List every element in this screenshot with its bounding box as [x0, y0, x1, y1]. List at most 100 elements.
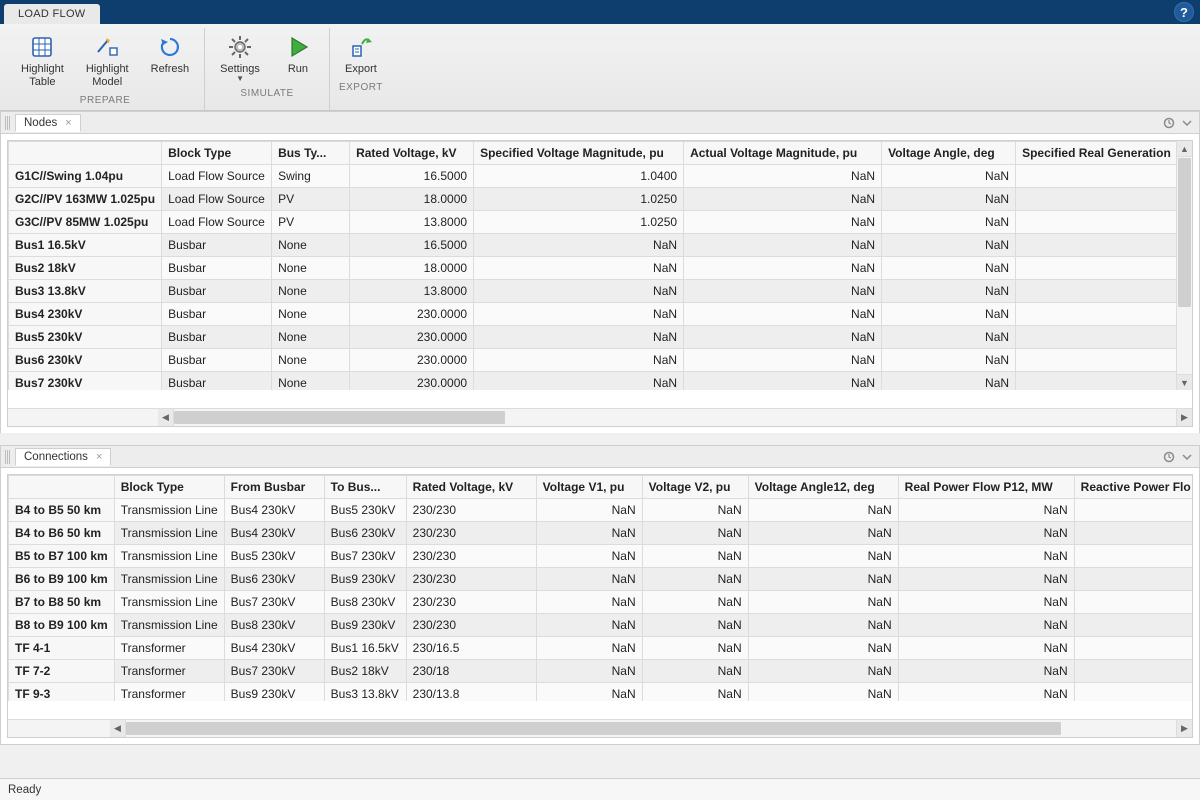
- panel-drag-handle-icon[interactable]: [5, 116, 11, 130]
- column-header[interactable]: Rated Voltage, kV: [406, 476, 536, 499]
- table-row[interactable]: B4 to B6 50 kmTransmission LineBus4 230k…: [9, 522, 1193, 545]
- panel-splitter[interactable]: [0, 433, 1200, 439]
- table-row[interactable]: Bus3 13.8kVBusbarNone13.8000NaNNaNNaN: [9, 280, 1177, 303]
- table-row[interactable]: G3C//PV 85MW 1.025puLoad Flow SourcePV13…: [9, 211, 1177, 234]
- column-header[interactable]: Block Type: [114, 476, 224, 499]
- row-header[interactable]: B6 to B9 100 km: [9, 568, 115, 591]
- table-row[interactable]: B8 to B9 100 kmTransmission LineBus8 230…: [9, 614, 1193, 637]
- row-header[interactable]: Bus1 16.5kV: [9, 234, 162, 257]
- nodes-grid[interactable]: Block TypeBus Ty...Rated Voltage, kVSpec…: [8, 141, 1192, 408]
- connections-panel: Connections × Block TypeFrom Bus: [0, 445, 1200, 745]
- column-header[interactable]: Specified Real Generation: [1016, 142, 1176, 165]
- highlight-model-icon: [93, 33, 121, 61]
- run-button[interactable]: Run: [275, 28, 321, 85]
- scroll-left-icon[interactable]: ◀: [110, 720, 126, 737]
- refresh-button[interactable]: Refresh: [144, 28, 197, 92]
- panel-actions-icon[interactable]: [1161, 115, 1177, 131]
- column-header[interactable]: Rated Voltage, kV: [350, 142, 474, 165]
- row-header[interactable]: B5 to B7 100 km: [9, 545, 115, 568]
- row-header[interactable]: Bus4 230kV: [9, 303, 162, 326]
- panel-dropdown-icon[interactable]: [1179, 115, 1195, 131]
- row-header[interactable]: B4 to B5 50 km: [9, 499, 115, 522]
- row-header[interactable]: B8 to B9 100 km: [9, 614, 115, 637]
- row-header[interactable]: TF 9-3: [9, 683, 115, 702]
- highlight-model-button[interactable]: HighlightModel: [79, 28, 136, 92]
- table-row[interactable]: Bus7 230kVBusbarNone230.0000NaNNaNNaN: [9, 372, 1177, 391]
- column-header[interactable]: [9, 142, 162, 165]
- scroll-right-icon[interactable]: ▶: [1176, 409, 1192, 426]
- row-header[interactable]: Bus2 18kV: [9, 257, 162, 280]
- row-header[interactable]: Bus7 230kV: [9, 372, 162, 391]
- row-header[interactable]: TF 7-2: [9, 660, 115, 683]
- table-row[interactable]: B7 to B8 50 kmTransmission LineBus7 230k…: [9, 591, 1193, 614]
- refresh-label: Refresh: [151, 63, 190, 76]
- scroll-left-icon[interactable]: ◀: [158, 409, 174, 426]
- column-header[interactable]: Actual Voltage Magnitude, pu: [684, 142, 882, 165]
- settings-icon: [226, 33, 254, 61]
- column-header[interactable]: [9, 476, 115, 499]
- scroll-right-icon[interactable]: ▶: [1176, 720, 1192, 737]
- column-header[interactable]: From Busbar: [224, 476, 324, 499]
- nodes-tab-label: Nodes: [24, 117, 57, 129]
- column-header[interactable]: Bus Ty...: [272, 142, 350, 165]
- scroll-up-icon[interactable]: ▲: [1177, 141, 1192, 157]
- toolstrip-group-label: SIMULATE: [213, 88, 321, 99]
- table-row[interactable]: Bus5 230kVBusbarNone230.0000NaNNaNNaN: [9, 326, 1177, 349]
- nodes-vscrollbar[interactable]: ▲ ▼: [1176, 141, 1192, 390]
- nodes-tab-close-icon[interactable]: ×: [63, 117, 73, 129]
- ribbon-tab-loadflow[interactable]: LOAD FLOW: [4, 4, 100, 24]
- connections-tab[interactable]: Connections ×: [15, 448, 111, 466]
- panel-actions-icon[interactable]: [1161, 449, 1177, 465]
- nodes-panel: Nodes × Block TypeBus Ty...Rated: [0, 111, 1200, 433]
- row-header[interactable]: Bus3 13.8kV: [9, 280, 162, 303]
- table-row[interactable]: TF 4-1TransformerBus4 230kVBus1 16.5kV23…: [9, 637, 1193, 660]
- help-icon[interactable]: ?: [1174, 2, 1194, 22]
- connections-tab-close-icon[interactable]: ×: [94, 451, 104, 463]
- connections-hscrollbar[interactable]: ◀ ▶: [8, 719, 1192, 737]
- row-header[interactable]: B7 to B8 50 km: [9, 591, 115, 614]
- table-row[interactable]: G1C//Swing 1.04puLoad Flow SourceSwing16…: [9, 165, 1177, 188]
- export-button[interactable]: Export: [338, 28, 384, 79]
- table-row[interactable]: Bus1 16.5kVBusbarNone16.5000NaNNaNNaN: [9, 234, 1177, 257]
- table-row[interactable]: Bus2 18kVBusbarNone18.0000NaNNaNNaN: [9, 257, 1177, 280]
- panel-drag-handle-icon[interactable]: [5, 450, 11, 464]
- panel-dropdown-icon[interactable]: [1179, 449, 1195, 465]
- settings-button[interactable]: Settings▼: [213, 28, 267, 85]
- table-row[interactable]: TF 9-3TransformerBus9 230kVBus3 13.8kV23…: [9, 683, 1193, 702]
- table-row[interactable]: TF 7-2TransformerBus7 230kVBus2 18kV230/…: [9, 660, 1193, 683]
- highlight-table-label: HighlightTable: [21, 63, 64, 89]
- run-icon: [284, 33, 312, 61]
- column-header[interactable]: Voltage Angle12, deg: [748, 476, 898, 499]
- highlight-table-button[interactable]: HighlightTable: [14, 28, 71, 92]
- row-header[interactable]: G1C//Swing 1.04pu: [9, 165, 162, 188]
- table-row[interactable]: G2C//PV 163MW 1.025puLoad Flow SourcePV1…: [9, 188, 1177, 211]
- row-header[interactable]: G3C//PV 85MW 1.025pu: [9, 211, 162, 234]
- table-row[interactable]: B5 to B7 100 kmTransmission LineBus5 230…: [9, 545, 1193, 568]
- status-text: Ready: [8, 784, 41, 796]
- column-header[interactable]: Voltage V1, pu: [536, 476, 642, 499]
- row-header[interactable]: B4 to B6 50 km: [9, 522, 115, 545]
- nodes-hscrollbar[interactable]: ◀ ▶: [8, 408, 1192, 426]
- toolstrip-group-label: PREPARE: [14, 95, 196, 106]
- run-label: Run: [288, 63, 308, 76]
- chevron-down-icon: ▼: [236, 76, 244, 82]
- column-header[interactable]: Specified Voltage Magnitude, pu: [474, 142, 684, 165]
- scroll-down-icon[interactable]: ▼: [1177, 374, 1192, 390]
- column-header[interactable]: Voltage V2, pu: [642, 476, 748, 499]
- nodes-tab[interactable]: Nodes ×: [15, 114, 81, 132]
- column-header[interactable]: Real Power Flow P12, MW: [898, 476, 1074, 499]
- table-row[interactable]: Bus4 230kVBusbarNone230.0000NaNNaNNaN: [9, 303, 1177, 326]
- row-header[interactable]: Bus6 230kV: [9, 349, 162, 372]
- column-header[interactable]: To Bus...: [324, 476, 406, 499]
- connections-tabbar: Connections ×: [1, 446, 1199, 468]
- column-header[interactable]: Block Type: [162, 142, 272, 165]
- column-header[interactable]: Reactive Power Flo: [1074, 476, 1192, 499]
- column-header[interactable]: Voltage Angle, deg: [882, 142, 1016, 165]
- row-header[interactable]: TF 4-1: [9, 637, 115, 660]
- row-header[interactable]: G2C//PV 163MW 1.025pu: [9, 188, 162, 211]
- table-row[interactable]: Bus6 230kVBusbarNone230.0000NaNNaNNaN: [9, 349, 1177, 372]
- table-row[interactable]: B6 to B9 100 kmTransmission LineBus6 230…: [9, 568, 1193, 591]
- row-header[interactable]: Bus5 230kV: [9, 326, 162, 349]
- table-row[interactable]: B4 to B5 50 kmTransmission LineBus4 230k…: [9, 499, 1193, 522]
- connections-grid[interactable]: Block TypeFrom BusbarTo Bus...Rated Volt…: [8, 475, 1192, 719]
